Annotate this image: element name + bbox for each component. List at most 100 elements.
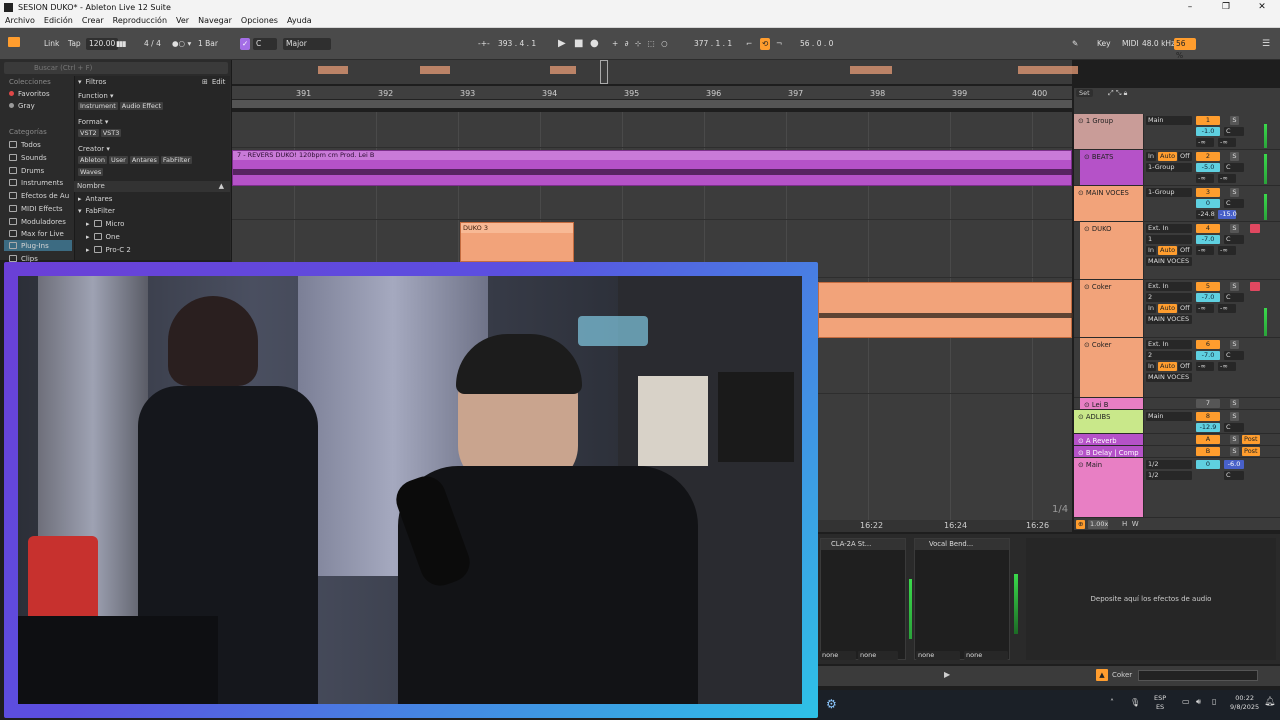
monitor-auto[interactable]: Auto bbox=[1158, 246, 1178, 255]
notification-icon[interactable]: 🔔︎ bbox=[1264, 697, 1275, 707]
menu-ver[interactable]: Ver bbox=[176, 16, 189, 25]
tree-pro-c-2[interactable]: ▸ Pro-C 2 bbox=[86, 244, 131, 255]
category-drums[interactable]: Drums bbox=[9, 165, 44, 176]
device-drop-area[interactable]: Deposite aquí los efectos de audio bbox=[1026, 538, 1276, 660]
cue-volume[interactable]: 0 bbox=[1196, 460, 1220, 469]
clock[interactable]: 00:22 9/8/2025 bbox=[1230, 694, 1259, 712]
format-filter[interactable]: Format ▾ bbox=[78, 116, 108, 127]
arrangement-position[interactable]: 393 . 4 . 1 bbox=[498, 38, 536, 50]
pan-field[interactable]: C bbox=[1224, 351, 1244, 360]
category-instruments[interactable]: Instruments bbox=[9, 177, 63, 188]
volume-icon[interactable]: 🔊︎ bbox=[1196, 697, 1201, 707]
category-midi-effects[interactable]: MIDI Effects bbox=[9, 203, 63, 214]
menu-lines-icon[interactable]: ☰ bbox=[1262, 38, 1270, 50]
solo-button[interactable]: S bbox=[1230, 435, 1239, 444]
pan-field[interactable]: C bbox=[1224, 293, 1244, 302]
monitor-auto[interactable]: Auto bbox=[1158, 362, 1178, 371]
nudge-icon[interactable]: ▮▮▮ bbox=[116, 38, 126, 50]
track-duko[interactable]: ⊙ DUKO Ext. In 1 In Auto Off MAIN VOCES … bbox=[1074, 222, 1280, 280]
category-audio-effects[interactable]: Efectos de Au bbox=[9, 190, 69, 201]
pan-field[interactable]: C bbox=[1224, 163, 1244, 172]
track-number[interactable]: 4 bbox=[1196, 224, 1220, 233]
post-button[interactable]: Post bbox=[1242, 447, 1260, 456]
edit-filters-button[interactable]: ⊞ Edit bbox=[202, 76, 225, 87]
loop-start[interactable]: 377 . 1 . 1 bbox=[694, 38, 732, 50]
monitor-off[interactable]: Off bbox=[1178, 362, 1192, 371]
zoom-level[interactable]: 1.00x bbox=[1088, 520, 1108, 529]
hw-buttons[interactable]: H W bbox=[1122, 520, 1139, 528]
scale-select[interactable]: Major bbox=[283, 38, 331, 50]
master-out[interactable]: 1/2 bbox=[1146, 471, 1192, 480]
track-name[interactable]: ⊙ 1 Group bbox=[1074, 114, 1144, 149]
track-number[interactable]: 7 bbox=[1196, 399, 1220, 408]
track-name[interactable]: ⊙ DUKO bbox=[1080, 222, 1144, 279]
pan-field[interactable]: C bbox=[1224, 199, 1244, 208]
menu-archivo[interactable]: Archivo bbox=[5, 16, 35, 25]
tag-vst2[interactable]: VST2 bbox=[78, 129, 99, 137]
solo-button[interactable]: S bbox=[1230, 282, 1239, 291]
track-coker-2[interactable]: ⊙ Coker Ext. In 2 In Auto Off MAIN VOCES… bbox=[1074, 338, 1280, 398]
punch-in-icon[interactable]: ⌐ bbox=[746, 38, 752, 50]
pan-field[interactable]: C bbox=[1224, 235, 1244, 244]
track-number[interactable]: 8 bbox=[1196, 412, 1220, 421]
minimize-button[interactable]: – bbox=[1172, 0, 1208, 14]
play-icon[interactable]: ▶ bbox=[558, 38, 566, 50]
category-max-for-live[interactable]: Max for Live bbox=[9, 228, 64, 239]
monitor-in[interactable]: In bbox=[1146, 246, 1157, 255]
device-cla-2a[interactable]: CLA-2A St... bbox=[820, 538, 912, 660]
track-number[interactable]: 1 bbox=[1196, 116, 1220, 125]
output-routing[interactable]: 1-Group bbox=[1146, 163, 1192, 172]
menu-reproduccion[interactable]: Reproducción bbox=[113, 16, 167, 25]
track-name[interactable]: ⊙ Main bbox=[1074, 458, 1144, 517]
input-type[interactable]: Ext. In bbox=[1146, 340, 1192, 349]
clip-coker[interactable] bbox=[818, 282, 1073, 338]
return-a-reverb[interactable]: ⊙ A Reverb A S Post bbox=[1074, 434, 1280, 446]
monitor-off[interactable]: Off bbox=[1178, 246, 1192, 255]
output-routing[interactable]: Main bbox=[1146, 116, 1192, 125]
arrangement-overview[interactable] bbox=[232, 60, 1078, 84]
tag-fabfilter[interactable]: FabFilter bbox=[160, 156, 193, 164]
track-name[interactable]: ⊙ MAIN VOCES bbox=[1074, 186, 1144, 221]
volume-field[interactable]: -5.0 bbox=[1196, 163, 1220, 172]
tree-antares[interactable]: ▸ Antares bbox=[78, 193, 112, 204]
loop-switch-icon[interactable]: ⟲ bbox=[760, 38, 771, 50]
volume-field[interactable]: 0 bbox=[1196, 199, 1220, 208]
input-type[interactable]: Ext. In bbox=[1146, 224, 1192, 233]
play-clip-icon[interactable]: ▶ bbox=[944, 670, 950, 679]
volume-field[interactable]: -12.9 bbox=[1196, 423, 1220, 432]
menu-edicion[interactable]: Edición bbox=[44, 16, 73, 25]
browser-search-input[interactable]: Buscar (Ctrl + F) bbox=[4, 62, 228, 74]
output-routing[interactable]: 1-Group bbox=[1146, 188, 1192, 197]
output-routing[interactable]: MAIN VOCES bbox=[1146, 315, 1192, 324]
track-name[interactable]: ⊙ A Reverb bbox=[1074, 434, 1144, 445]
monitor-in[interactable]: In bbox=[1146, 304, 1157, 313]
record-icon[interactable]: ● bbox=[590, 38, 599, 50]
monitor-in[interactable]: In bbox=[1146, 152, 1157, 161]
input-channel[interactable]: 1 bbox=[1146, 235, 1192, 244]
clip-duko-3[interactable]: DUKO 3 bbox=[460, 222, 574, 262]
bar-ruler[interactable]: 391 392 393 394 395 396 397 398 399 400 bbox=[232, 86, 1072, 100]
sidechain-left[interactable]: none bbox=[916, 651, 960, 660]
metronome-icon[interactable]: ●○ ▾ bbox=[172, 38, 191, 50]
resize-icons[interactable]: ⤢ ⤡ 🔒︎ bbox=[1108, 89, 1127, 98]
zoom-icon[interactable]: ⊕ bbox=[1076, 520, 1086, 529]
track-name[interactable]: ⊙ Coker bbox=[1080, 280, 1144, 337]
device-vocal-bender[interactable]: Vocal Bend... bbox=[914, 538, 1010, 660]
browser-toggle-icon[interactable] bbox=[8, 37, 20, 47]
tree-one[interactable]: ▸ One bbox=[86, 231, 120, 242]
track-coker-1[interactable]: ⊙ Coker Ext. In 2 In Auto Off MAIN VOCES… bbox=[1074, 280, 1280, 338]
cue-out[interactable]: 1/2 bbox=[1146, 460, 1192, 469]
output-routing[interactable]: MAIN VOCES bbox=[1146, 257, 1192, 266]
key-select[interactable]: C bbox=[253, 38, 277, 50]
follow-icon[interactable]: -+- bbox=[478, 38, 490, 50]
monitor-auto[interactable]: Auto bbox=[1158, 304, 1178, 313]
track-number[interactable]: A bbox=[1196, 435, 1220, 444]
pan-field[interactable]: C bbox=[1224, 423, 1244, 432]
category-sounds[interactable]: Sounds bbox=[9, 152, 47, 163]
settings-icon[interactable]: ⚙ bbox=[826, 697, 837, 711]
punch-out-icon[interactable]: ¬ bbox=[776, 38, 782, 50]
solo-button[interactable]: S bbox=[1230, 340, 1239, 349]
device-title[interactable]: Vocal Bend... bbox=[915, 539, 1009, 550]
collection-gray[interactable]: Gray bbox=[9, 100, 35, 111]
input-channel[interactable]: 2 bbox=[1146, 293, 1192, 302]
